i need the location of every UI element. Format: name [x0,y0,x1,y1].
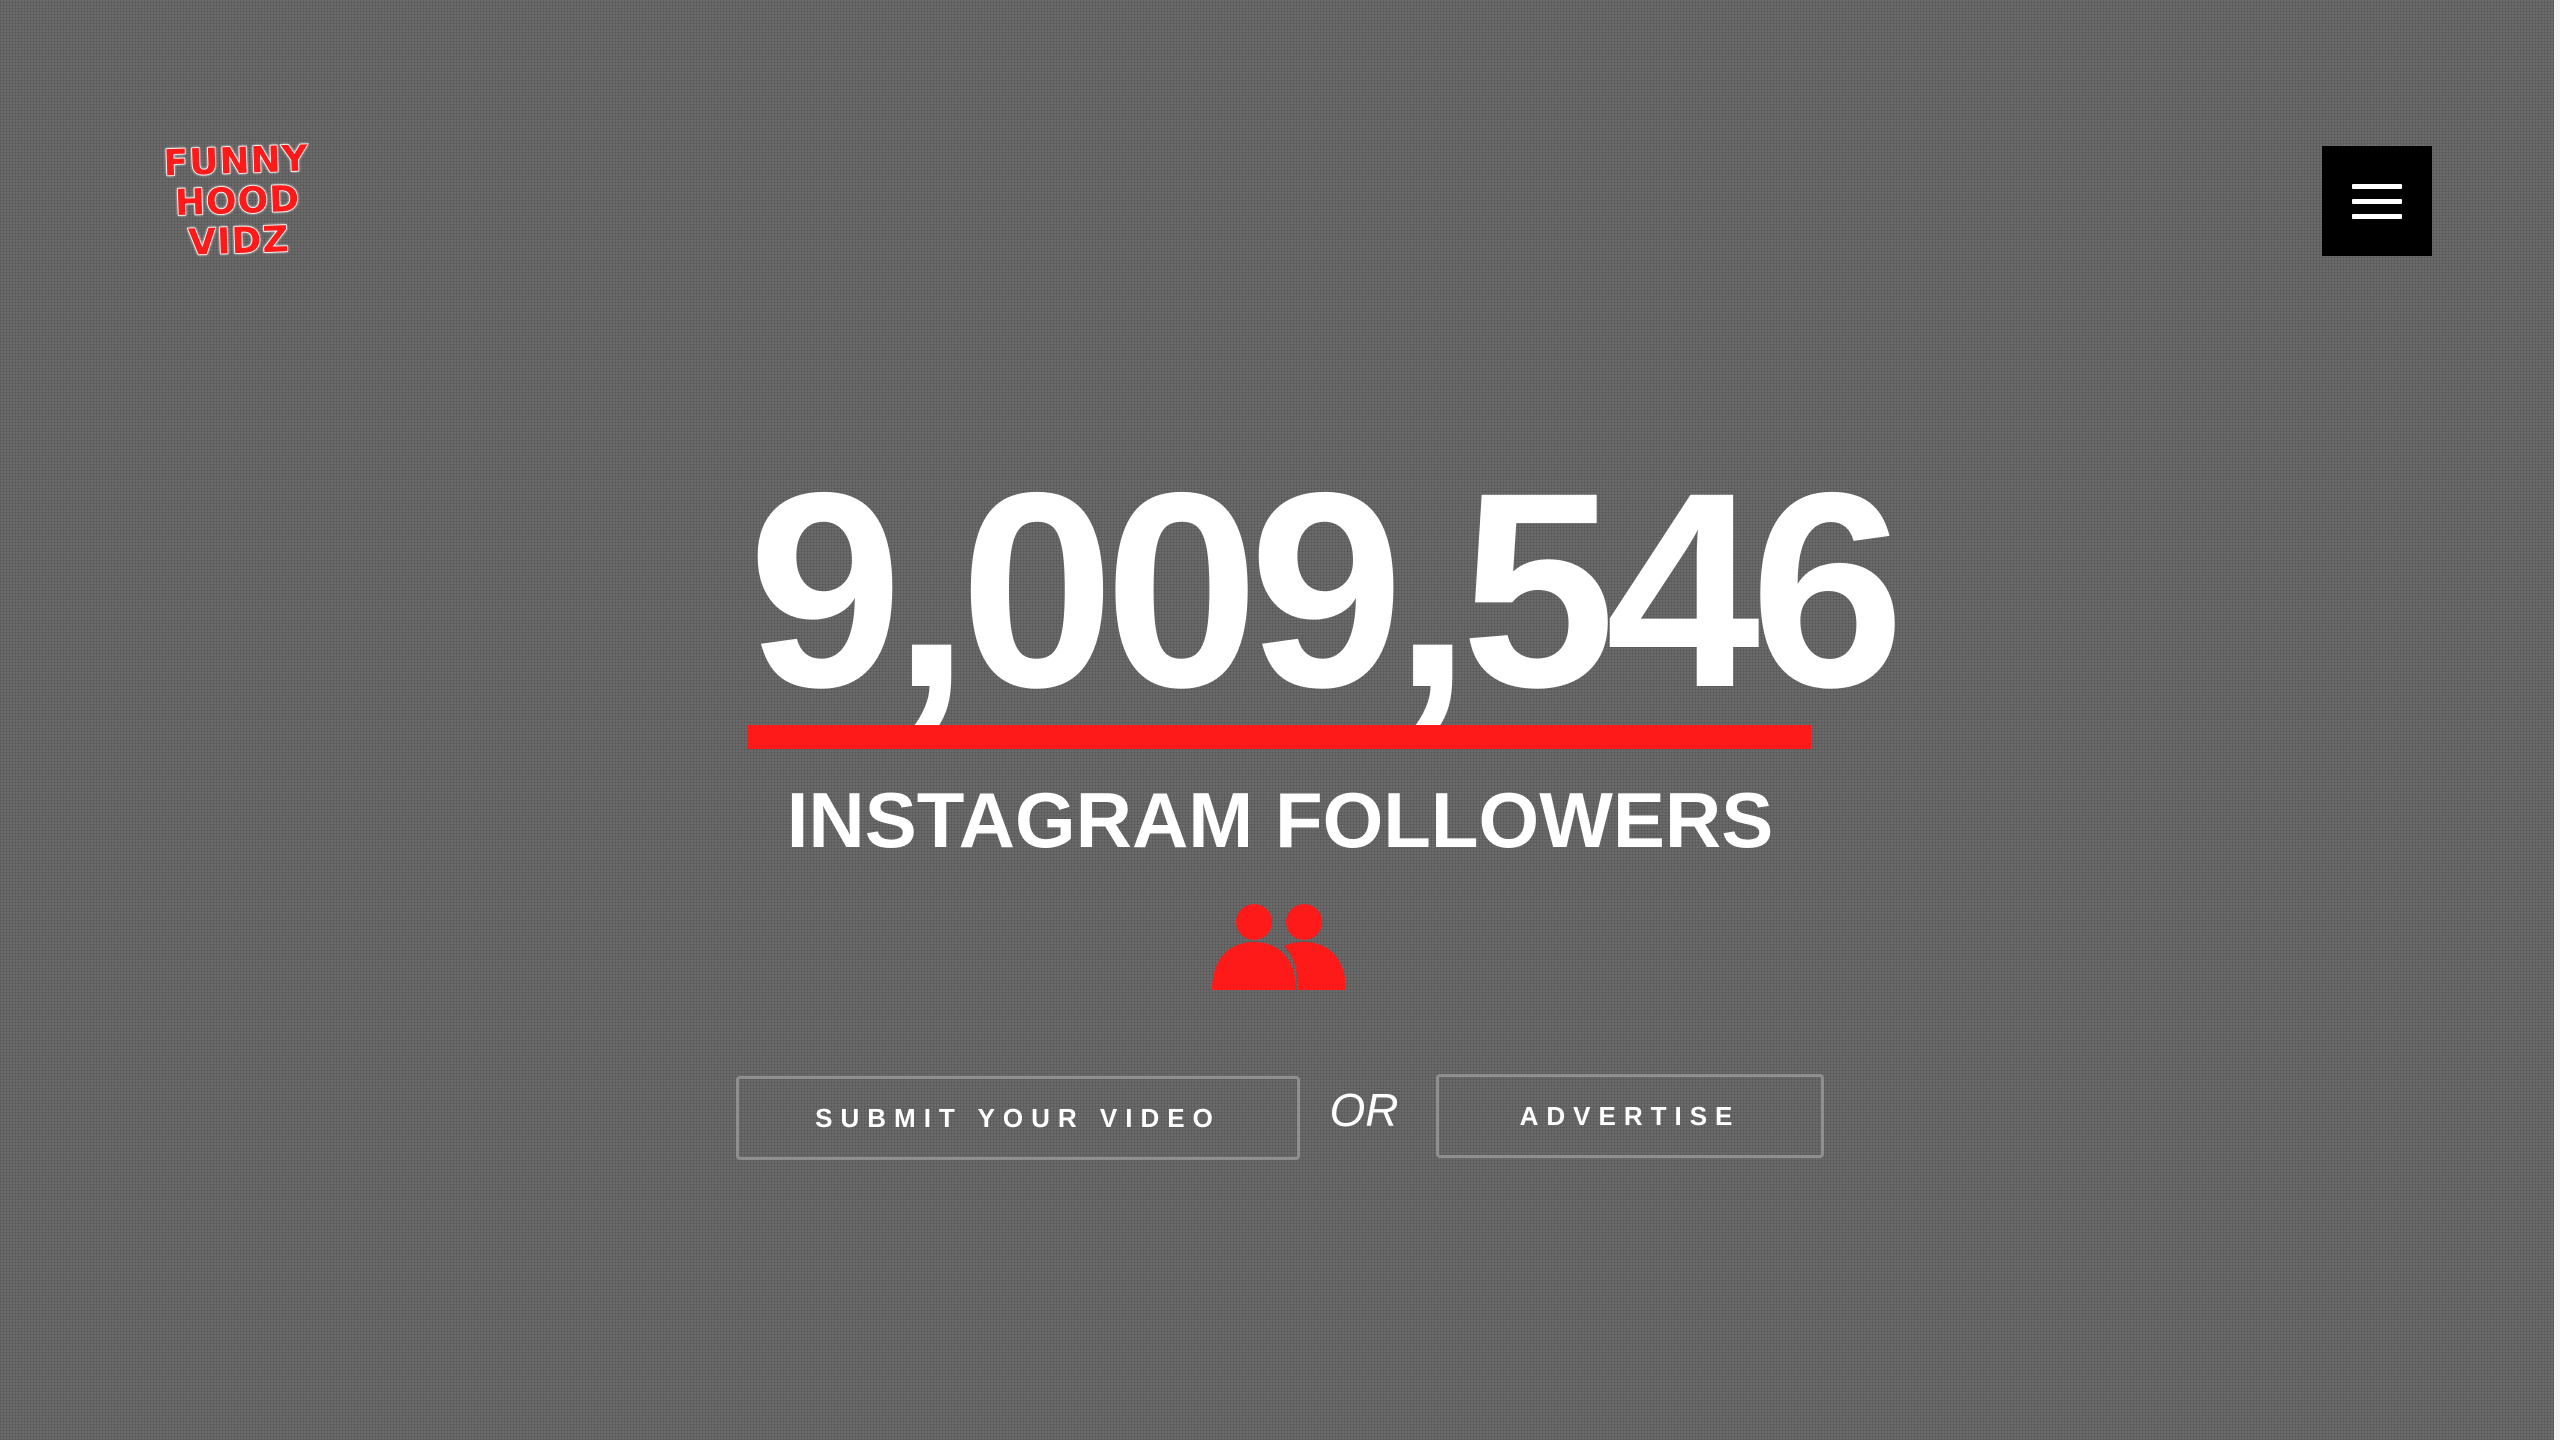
logo-line-vidz: VIDZ [187,218,291,264]
followers-label: INSTAGRAM FOLLOWERS [786,776,1774,864]
or-separator: OR [1329,1084,1399,1136]
users-icon [1212,904,1346,990]
follower-count: 9,009,546 [748,434,1905,745]
advertise-button[interactable]: ADVERTISE [1436,1074,1824,1158]
logo-line-hood: HOOD [173,178,301,225]
submit-video-button[interactable]: SUBMIT YOUR VIDEO [736,1076,1300,1160]
page-scroll-edge [2554,0,2560,1440]
site-logo[interactable]: FUNNY HOOD VIDZ [162,138,312,265]
logo-line-funny: FUNNY [162,138,310,186]
accent-divider [748,725,1811,749]
menu-button[interactable] [2322,146,2432,256]
